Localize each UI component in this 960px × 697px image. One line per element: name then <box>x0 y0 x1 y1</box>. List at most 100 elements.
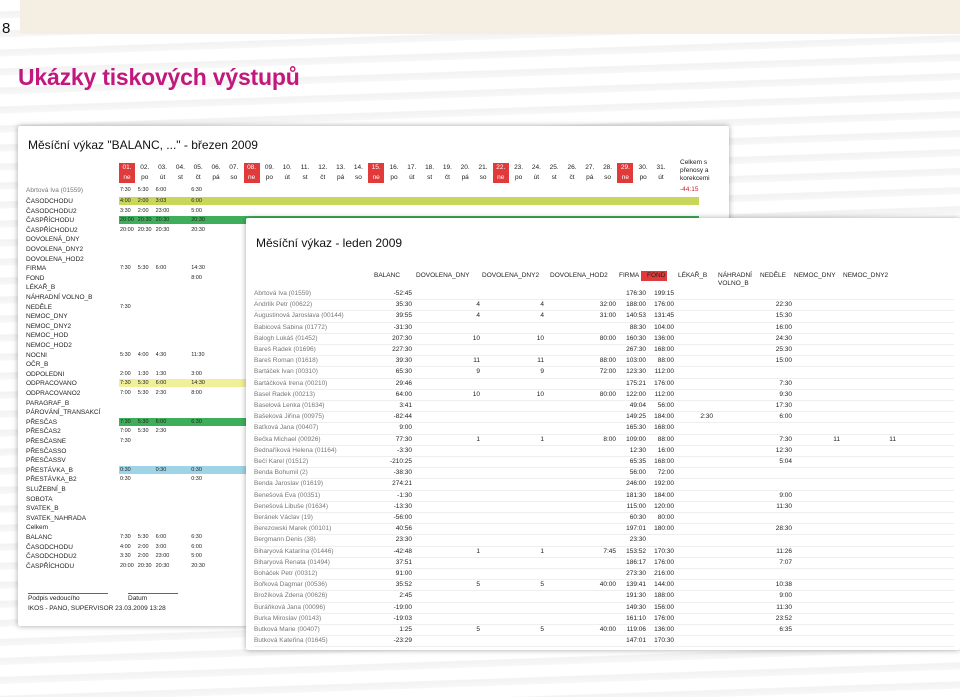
employee-row: Berezowski Marek (00101) 40:56 197:01 180:0… <box>254 524 954 536</box>
cell-value: 191:30 <box>626 592 646 600</box>
row-label: LÉKAŘ_B <box>26 284 56 292</box>
employee-name: Bareš Roman (01618) <box>254 357 318 365</box>
cell-value: 4 <box>540 301 544 309</box>
cell-value: 14:30 <box>191 265 205 272</box>
cell-value: 9:00 <box>399 424 412 432</box>
cell-value: 11:30 <box>191 351 205 358</box>
row-label: FOND <box>26 274 45 282</box>
employee-name: Berezowski Marek (00101) <box>254 525 332 533</box>
employee-name: Buráňková Jana (00096) <box>254 603 326 611</box>
cell-value: 3:00 <box>191 370 202 377</box>
cell-value: 31:00 <box>599 312 616 320</box>
cell-value: 23:52 <box>775 614 792 622</box>
cell-value: 2:00 <box>120 370 131 377</box>
cell-value: 6:00 <box>155 187 167 193</box>
cell-value: 119:06 <box>626 626 646 633</box>
cell-value: 186:17 <box>626 558 646 566</box>
cell-value: 6:00 <box>191 198 202 204</box>
cell-value: -13:30 <box>393 502 412 510</box>
row-label: SVATEK_NAHRADA <box>26 514 87 522</box>
cell-value: 0:30 <box>191 466 202 473</box>
employee-row: Abrtová Iva (01559) -52:45 176:30 199:15 <box>254 289 954 301</box>
employee-name: Beránek Václav (19) <box>254 514 313 521</box>
cell-value: 7:30 <box>120 534 131 540</box>
employee-row: Bašeková Jiřina (00975) -82:44 149:25 184:0… <box>254 412 954 424</box>
cell-value: 20:30 <box>155 217 170 224</box>
day-column: 06. pá <box>208 163 224 183</box>
cell-value: 23:00 <box>155 553 170 560</box>
cell-value: 103:00 <box>626 357 646 365</box>
day-number: 06. <box>211 164 221 171</box>
cell-value: 56:00 <box>657 402 674 409</box>
cell-value: 2:30 <box>700 413 713 421</box>
cell-value: 175:21 <box>626 379 646 387</box>
cell-value: 6:00 <box>155 265 167 272</box>
cell-value: 1 <box>540 547 544 555</box>
row-label: NEMOC_HOD <box>26 332 69 340</box>
cell-value: 5:30 <box>137 380 149 387</box>
cell-value: 20:30 <box>137 226 152 233</box>
day-number: 26. <box>567 164 577 171</box>
day-number: 31. <box>656 164 666 171</box>
day-number: 20. <box>460 164 470 171</box>
cell-value: 9 <box>540 368 544 376</box>
cell-value: 20:30 <box>191 562 205 569</box>
cell-value: 192:00 <box>654 480 674 488</box>
cell-value: 7:30 <box>120 265 131 272</box>
employee-row: Bečí Karel (01512) -210:25 65:35 168:00 5:04 <box>254 457 954 469</box>
day-number: 24. <box>531 164 541 171</box>
employee-name: Benešová Eva (00351) <box>254 491 321 499</box>
row-label: PŘESČASNE <box>26 438 67 445</box>
cell-value: 0:30 <box>120 466 131 473</box>
employee-row: Beránek Václav (19) -56:00 60:30 80:00 <box>254 513 954 525</box>
cell-value: 20:30 <box>155 562 170 569</box>
cell-value: 5:30 <box>137 187 149 193</box>
cell-value: 11 <box>833 435 840 443</box>
cell-value: -31:30 <box>393 323 412 331</box>
day-number: 12. <box>318 164 328 171</box>
employee-name: Baťková Jana (00407) <box>254 424 319 432</box>
cell-value: 4:00 <box>120 543 131 550</box>
day-number: 17. <box>407 164 417 171</box>
employee-row: Biharyová Renata (01494) 37:51 186:17 176:0… <box>254 558 954 569</box>
cell-value: 161:10 <box>626 614 646 622</box>
day-number: 10. <box>282 164 292 171</box>
row-label: ČASODCHODU2 <box>26 553 77 561</box>
employee-name: Biharyová Katarína (01446) <box>254 547 334 555</box>
employee-row: Baťková Jana (00407) 9:00 165:30 168:00 <box>254 423 954 435</box>
employee-name: Balogh Lukáš (01452) <box>254 334 318 342</box>
cell-value: 23:00 <box>155 207 170 214</box>
cell-value: 10 <box>536 390 544 398</box>
cell-value: -42:48 <box>393 547 412 555</box>
employee-row: Bareš Roman (01618) 39:30 11 11 88:00 103:00 8… <box>254 356 954 368</box>
row-label: PŘESTÁVKA_B <box>26 466 73 474</box>
row-highlight <box>119 197 699 205</box>
row-label: ČASODCHODU <box>26 198 73 205</box>
day-column: 19. čt <box>439 163 455 183</box>
row-label: PŘESČASSO <box>26 447 67 455</box>
row-label: ČASODCHODU <box>26 543 73 551</box>
row-label: NOCNI <box>26 351 47 359</box>
cell-value: 40:00 <box>599 581 616 589</box>
day-column: 14. so <box>350 163 366 183</box>
cell-value: 12:30 <box>775 446 792 454</box>
cell-value: 170:30 <box>654 637 674 645</box>
cell-value: 77:30 <box>395 435 412 443</box>
cell-value: 17:30 <box>775 402 792 409</box>
cell-value: 20:30 <box>137 217 152 224</box>
day-number: 28. <box>603 164 613 171</box>
day-column: 08. ne <box>243 163 260 183</box>
day-number: 23. <box>514 164 524 171</box>
cell-value: 120:00 <box>654 502 674 510</box>
cell-value: 184:00 <box>654 491 674 499</box>
day-column: 02. po <box>137 163 153 183</box>
cell-value: 20:30 <box>137 562 152 569</box>
cell-value: 1 <box>540 435 544 443</box>
cell-value: 2:30 <box>155 390 167 396</box>
cell-value: 20:00 <box>120 562 134 569</box>
cell-value: 4:30 <box>155 351 167 358</box>
day-column: 16. po <box>386 163 402 183</box>
cell-value: 40:00 <box>599 626 616 633</box>
cell-value: 7:45 <box>603 547 616 555</box>
total-header: Celkem s přenosy a korekcemi <box>680 159 710 182</box>
